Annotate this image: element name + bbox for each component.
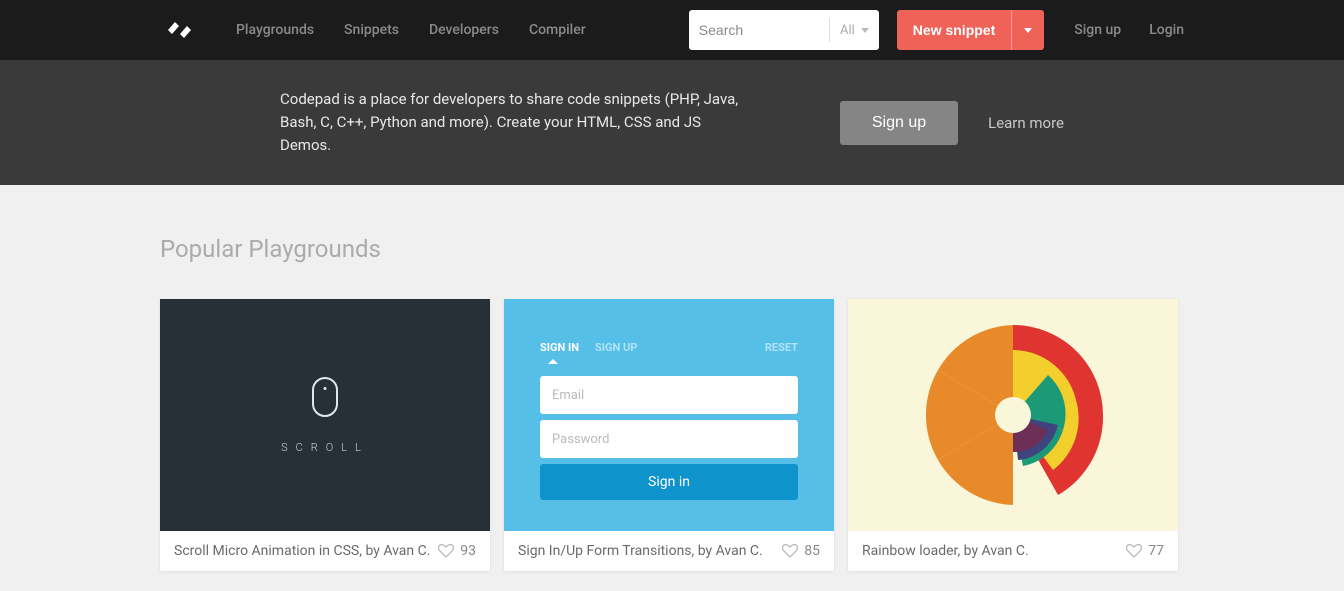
hero-signup-button[interactable]: Sign up bbox=[840, 101, 958, 145]
signup-link[interactable]: Sign up bbox=[1074, 22, 1121, 38]
hero-description: Codepad is a place for developers to sha… bbox=[280, 88, 750, 158]
main-nav: Playgrounds Snippets Developers Compiler bbox=[236, 22, 586, 38]
card-title: Rainbow loader, by Avan C. bbox=[862, 543, 1120, 559]
card-preview: Scroll bbox=[160, 299, 490, 531]
heart-icon bbox=[438, 544, 454, 558]
nav-developers[interactable]: Developers bbox=[429, 22, 499, 38]
search-filter-dropdown[interactable]: All bbox=[829, 18, 869, 42]
playground-card[interactable]: SIGN IN SIGN UP RESET Email Password Sig… bbox=[504, 299, 834, 571]
rainbow-loader-icon bbox=[908, 310, 1118, 520]
section-title: Popular Playgrounds bbox=[160, 235, 1184, 263]
email-field-preview: Email bbox=[540, 376, 798, 414]
playground-card[interactable]: Scroll Scroll Micro Animation in CSS, by… bbox=[160, 299, 490, 571]
chevron-down-icon bbox=[861, 28, 869, 33]
main-content: Popular Playgrounds Scroll Scroll Micro … bbox=[0, 185, 1344, 591]
heart-icon bbox=[1126, 544, 1142, 558]
new-snippet-dropdown[interactable] bbox=[1011, 10, 1044, 50]
top-header: Playgrounds Snippets Developers Compiler… bbox=[0, 0, 1344, 60]
nav-compiler[interactable]: Compiler bbox=[529, 22, 586, 38]
signin-button-preview: Sign in bbox=[540, 464, 798, 500]
reset-tab: RESET bbox=[765, 341, 798, 354]
playground-card[interactable]: Rainbow loader, by Avan C. 77 bbox=[848, 299, 1178, 571]
like-count: 93 bbox=[460, 543, 476, 559]
card-title: Scroll Micro Animation in CSS, by Avan C… bbox=[174, 543, 432, 559]
like-count: 85 bbox=[804, 543, 820, 559]
signup-tab: SIGN UP bbox=[595, 341, 637, 354]
scroll-label: Scroll bbox=[281, 441, 369, 454]
card-grid: Scroll Scroll Micro Animation in CSS, by… bbox=[160, 299, 1184, 571]
login-link[interactable]: Login bbox=[1149, 22, 1184, 38]
nav-playgrounds[interactable]: Playgrounds bbox=[236, 22, 314, 38]
new-snippet-button[interactable]: New snippet bbox=[897, 10, 1044, 50]
card-preview: SIGN IN SIGN UP RESET Email Password Sig… bbox=[504, 299, 834, 531]
card-likes[interactable]: 93 bbox=[438, 543, 476, 559]
hero-banner: Codepad is a place for developers to sha… bbox=[0, 60, 1344, 185]
search-input[interactable] bbox=[699, 22, 829, 38]
card-title: Sign In/Up Form Transitions, by Avan C. bbox=[518, 543, 776, 559]
new-snippet-label: New snippet bbox=[897, 22, 1011, 38]
password-field-preview: Password bbox=[540, 420, 798, 458]
logo[interactable] bbox=[160, 19, 200, 41]
nav-snippets[interactable]: Snippets bbox=[344, 22, 399, 38]
card-likes[interactable]: 77 bbox=[1126, 543, 1164, 559]
like-count: 77 bbox=[1148, 543, 1164, 559]
search-box: All bbox=[689, 10, 879, 50]
mouse-icon bbox=[312, 377, 338, 417]
learn-more-link[interactable]: Learn more bbox=[988, 114, 1064, 132]
card-likes[interactable]: 85 bbox=[782, 543, 820, 559]
chevron-down-icon bbox=[1024, 28, 1032, 33]
auth-links: Sign up Login bbox=[1074, 22, 1184, 38]
heart-icon bbox=[782, 544, 798, 558]
card-preview bbox=[848, 299, 1178, 531]
signin-tab: SIGN IN bbox=[540, 341, 579, 354]
search-filter-label: All bbox=[840, 23, 855, 38]
